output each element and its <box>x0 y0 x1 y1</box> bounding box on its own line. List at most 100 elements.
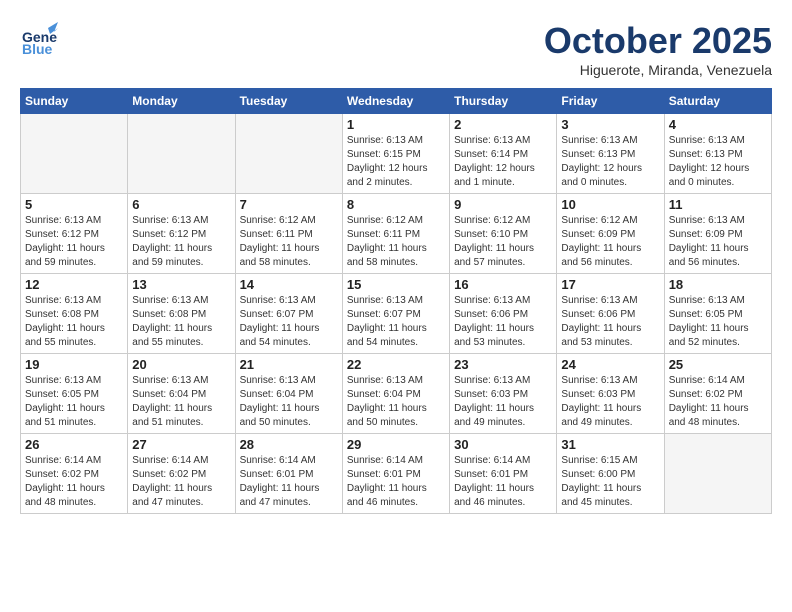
calendar-cell <box>128 114 235 194</box>
day-info: Sunrise: 6:13 AMSunset: 6:13 PMDaylight:… <box>669 134 767 190</box>
day-number: 18 <box>669 277 767 292</box>
day-number: 4 <box>669 117 767 132</box>
day-number: 21 <box>240 357 338 372</box>
day-info: Sunrise: 6:12 AMSunset: 6:11 PMDaylight:… <box>240 214 338 270</box>
calendar-cell: 1 Sunrise: 6:13 AMSunset: 6:15 PMDaylight… <box>342 114 449 194</box>
day-info: Sunrise: 6:13 AMSunset: 6:03 PMDaylight:… <box>561 374 659 430</box>
location: Higuerote, Miranda, Venezuela <box>544 62 772 78</box>
day-number: 5 <box>25 197 123 212</box>
day-number: 17 <box>561 277 659 292</box>
day-number: 30 <box>454 437 552 452</box>
day-number: 3 <box>561 117 659 132</box>
day-number: 11 <box>669 197 767 212</box>
weekday-header: Wednesday <box>342 89 449 114</box>
day-number: 20 <box>132 357 230 372</box>
calendar-cell: 11 Sunrise: 6:13 AMSunset: 6:09 PMDayligh… <box>664 194 771 274</box>
calendar-cell: 6 Sunrise: 6:13 AMSunset: 6:12 PMDaylight… <box>128 194 235 274</box>
day-info: Sunrise: 6:14 AMSunset: 6:01 PMDaylight:… <box>240 454 338 510</box>
weekday-header: Monday <box>128 89 235 114</box>
day-info: Sunrise: 6:13 AMSunset: 6:08 PMDaylight:… <box>25 294 123 350</box>
day-number: 14 <box>240 277 338 292</box>
day-number: 23 <box>454 357 552 372</box>
calendar-week-row: 12 Sunrise: 6:13 AMSunset: 6:08 PMDayligh… <box>21 274 772 354</box>
day-number: 1 <box>347 117 445 132</box>
day-number: 26 <box>25 437 123 452</box>
day-number: 8 <box>347 197 445 212</box>
calendar-cell: 23 Sunrise: 6:13 AMSunset: 6:03 PMDayligh… <box>450 354 557 434</box>
day-number: 6 <box>132 197 230 212</box>
calendar-cell: 28 Sunrise: 6:14 AMSunset: 6:01 PMDayligh… <box>235 434 342 514</box>
calendar-cell: 5 Sunrise: 6:13 AMSunset: 6:12 PMDaylight… <box>21 194 128 274</box>
day-info: Sunrise: 6:13 AMSunset: 6:14 PMDaylight:… <box>454 134 552 190</box>
calendar-cell: 17 Sunrise: 6:13 AMSunset: 6:06 PMDayligh… <box>557 274 664 354</box>
calendar-cell: 31 Sunrise: 6:15 AMSunset: 6:00 PMDayligh… <box>557 434 664 514</box>
day-info: Sunrise: 6:13 AMSunset: 6:09 PMDaylight:… <box>669 214 767 270</box>
weekday-header: Sunday <box>21 89 128 114</box>
calendar-cell: 12 Sunrise: 6:13 AMSunset: 6:08 PMDayligh… <box>21 274 128 354</box>
calendar-cell: 20 Sunrise: 6:13 AMSunset: 6:04 PMDayligh… <box>128 354 235 434</box>
calendar-cell: 19 Sunrise: 6:13 AMSunset: 6:05 PMDayligh… <box>21 354 128 434</box>
day-info: Sunrise: 6:14 AMSunset: 6:02 PMDaylight:… <box>132 454 230 510</box>
calendar-cell: 30 Sunrise: 6:14 AMSunset: 6:01 PMDayligh… <box>450 434 557 514</box>
calendar-cell: 2Sunrise: 6:13 AMSunset: 6:14 PMDaylight… <box>450 114 557 194</box>
calendar-cell: 25 Sunrise: 6:14 AMSunset: 6:02 PMDayligh… <box>664 354 771 434</box>
day-info: Sunrise: 6:14 AMSunset: 6:02 PMDaylight:… <box>669 374 767 430</box>
day-number: 9 <box>454 197 552 212</box>
day-info: Sunrise: 6:13 AMSunset: 6:06 PMDaylight:… <box>454 294 552 350</box>
calendar-cell <box>21 114 128 194</box>
day-info: Sunrise: 6:13 AMSunset: 6:06 PMDaylight:… <box>561 294 659 350</box>
calendar-cell: 14 Sunrise: 6:13 AMSunset: 6:07 PMDayligh… <box>235 274 342 354</box>
calendar-cell: 24Sunrise: 6:13 AMSunset: 6:03 PMDayligh… <box>557 354 664 434</box>
day-info: Sunrise: 6:13 AMSunset: 6:04 PMDaylight:… <box>132 374 230 430</box>
day-info: Sunrise: 6:13 AMSunset: 6:05 PMDaylight:… <box>669 294 767 350</box>
calendar-cell: 16 Sunrise: 6:13 AMSunset: 6:06 PMDayligh… <box>450 274 557 354</box>
day-number: 25 <box>669 357 767 372</box>
day-number: 10 <box>561 197 659 212</box>
calendar-cell <box>235 114 342 194</box>
day-info: Sunrise: 6:13 AMSunset: 6:12 PMDaylight:… <box>25 214 123 270</box>
weekday-header-row: SundayMondayTuesdayWednesdayThursdayFrid… <box>21 89 772 114</box>
logo: General Blue <box>20 20 58 58</box>
calendar-cell: 26Sunrise: 6:14 AMSunset: 6:02 PMDayligh… <box>21 434 128 514</box>
day-info: Sunrise: 6:13 AMSunset: 6:03 PMDaylight:… <box>454 374 552 430</box>
calendar-cell: 10 Sunrise: 6:12 AMSunset: 6:09 PMDayligh… <box>557 194 664 274</box>
day-info: Sunrise: 6:12 AMSunset: 6:11 PMDaylight:… <box>347 214 445 270</box>
day-info: Sunrise: 6:12 AMSunset: 6:09 PMDaylight:… <box>561 214 659 270</box>
day-info: Sunrise: 6:15 AMSunset: 6:00 PMDaylight:… <box>561 454 659 510</box>
calendar-week-row: 1 Sunrise: 6:13 AMSunset: 6:15 PMDaylight… <box>21 114 772 194</box>
calendar-cell <box>664 434 771 514</box>
day-info: Sunrise: 6:13 AMSunset: 6:15 PMDaylight:… <box>347 134 445 190</box>
day-number: 27 <box>132 437 230 452</box>
day-info: Sunrise: 6:13 AMSunset: 6:07 PMDaylight:… <box>347 294 445 350</box>
day-number: 29 <box>347 437 445 452</box>
calendar-week-row: 5 Sunrise: 6:13 AMSunset: 6:12 PMDaylight… <box>21 194 772 274</box>
calendar-week-row: 19 Sunrise: 6:13 AMSunset: 6:05 PMDayligh… <box>21 354 772 434</box>
day-number: 22 <box>347 357 445 372</box>
calendar-cell: 7Sunrise: 6:12 AMSunset: 6:11 PMDaylight… <box>235 194 342 274</box>
weekday-header: Saturday <box>664 89 771 114</box>
day-number: 16 <box>454 277 552 292</box>
calendar-cell: 8 Sunrise: 6:12 AMSunset: 6:11 PMDaylight… <box>342 194 449 274</box>
calendar-cell: 9Sunrise: 6:12 AMSunset: 6:10 PMDaylight… <box>450 194 557 274</box>
calendar-cell: 22 Sunrise: 6:13 AMSunset: 6:04 PMDayligh… <box>342 354 449 434</box>
day-info: Sunrise: 6:14 AMSunset: 6:01 PMDaylight:… <box>454 454 552 510</box>
day-number: 19 <box>25 357 123 372</box>
day-number: 12 <box>25 277 123 292</box>
weekday-header: Tuesday <box>235 89 342 114</box>
day-info: Sunrise: 6:13 AMSunset: 6:04 PMDaylight:… <box>240 374 338 430</box>
calendar-cell: 3 Sunrise: 6:13 AMSunset: 6:13 PMDaylight… <box>557 114 664 194</box>
day-info: Sunrise: 6:13 AMSunset: 6:04 PMDaylight:… <box>347 374 445 430</box>
svg-text:Blue: Blue <box>22 41 53 57</box>
day-info: Sunrise: 6:13 AMSunset: 6:07 PMDaylight:… <box>240 294 338 350</box>
day-number: 31 <box>561 437 659 452</box>
calendar-cell: 27 Sunrise: 6:14 AMSunset: 6:02 PMDayligh… <box>128 434 235 514</box>
page-header: General Blue October 2025 Higuerote, Mir… <box>20 20 772 78</box>
calendar-cell: 21 Sunrise: 6:13 AMSunset: 6:04 PMDayligh… <box>235 354 342 434</box>
day-info: Sunrise: 6:13 AMSunset: 6:13 PMDaylight:… <box>561 134 659 190</box>
day-info: Sunrise: 6:13 AMSunset: 6:12 PMDaylight:… <box>132 214 230 270</box>
day-info: Sunrise: 6:13 AMSunset: 6:05 PMDaylight:… <box>25 374 123 430</box>
weekday-header: Friday <box>557 89 664 114</box>
day-number: 28 <box>240 437 338 452</box>
calendar-cell: 13Sunrise: 6:13 AMSunset: 6:08 PMDayligh… <box>128 274 235 354</box>
title-block: October 2025 Higuerote, Miranda, Venezue… <box>544 20 772 78</box>
